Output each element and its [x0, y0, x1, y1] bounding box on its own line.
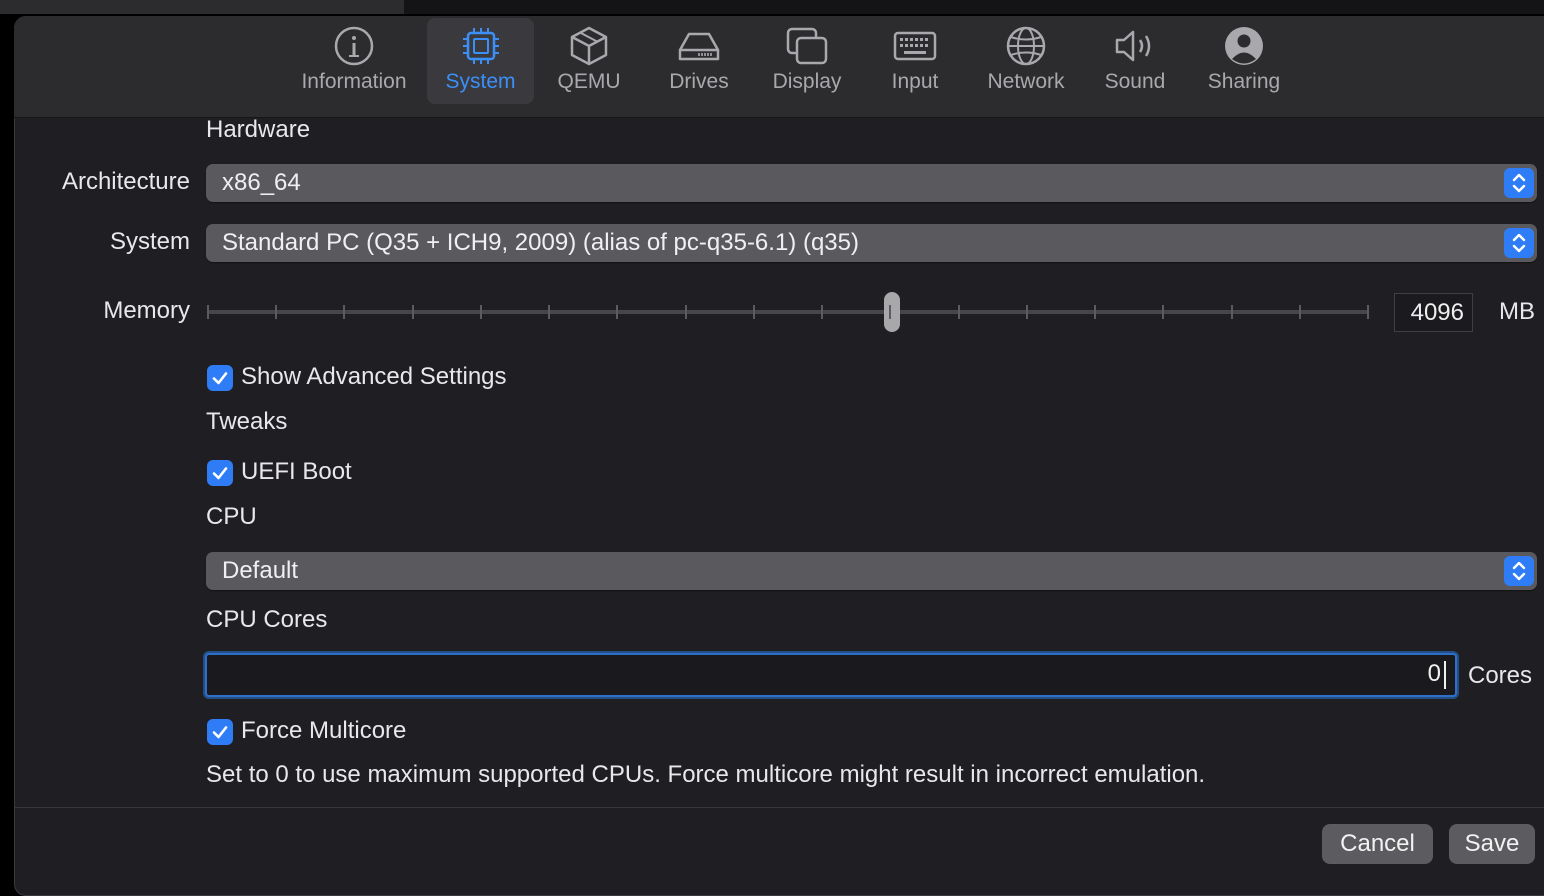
slider-tick [548, 305, 551, 319]
slider-tick [479, 305, 482, 319]
slider-tick [343, 305, 346, 319]
tab-input[interactable]: Input [870, 18, 960, 104]
system-value: Standard PC (Q35 + ICH9, 2009) (alias of… [222, 229, 859, 256]
tab-sharing[interactable]: Sharing [1196, 18, 1292, 104]
checkmark-icon [212, 372, 228, 385]
cube-icon [570, 26, 608, 66]
show-advanced-checkbox[interactable] [207, 365, 233, 391]
cpu-value: Default [222, 557, 299, 584]
cpu-cores-input[interactable]: 0 [205, 653, 1457, 697]
tab-information[interactable]: Information [290, 18, 418, 104]
slider-tick [1298, 305, 1301, 319]
tab-sound[interactable]: Sound [1094, 18, 1176, 104]
chip-icon [462, 28, 499, 64]
slider-tick [1025, 305, 1028, 319]
popup-chevron-icon [1504, 168, 1534, 198]
tab-toolbar: Information System QEMU Drives Display I… [14, 16, 1544, 118]
architecture-label: Architecture [61, 168, 190, 195]
memory-slider-track[interactable] [208, 310, 1368, 314]
tab-label: Sharing [1207, 70, 1281, 93]
tab-label: Network [987, 70, 1065, 93]
memory-field[interactable]: 4096 [1394, 293, 1473, 332]
force-multicore-label: Force Multicore [241, 717, 407, 744]
slider-tick [1162, 305, 1165, 319]
globe-icon [1006, 26, 1046, 66]
slider-tick [207, 305, 209, 319]
cancel-button[interactable]: Cancel [1322, 824, 1433, 864]
tab-label: Sound [1104, 70, 1166, 93]
slider-tick [889, 305, 892, 319]
background-window-strip [0, 0, 404, 14]
person-icon [1225, 27, 1263, 65]
memory-value: 4096 [1410, 299, 1464, 326]
tab-label: Information [301, 70, 407, 93]
memory-label: Memory [103, 297, 190, 324]
memory-slider-thumb[interactable] [884, 292, 901, 332]
tab-qemu[interactable]: QEMU [544, 18, 634, 104]
tab-label: System [445, 70, 516, 93]
tab-label: Input [891, 70, 939, 93]
background-window-strip-dark [404, 0, 1544, 14]
slider-tick [821, 305, 824, 319]
tab-display[interactable]: Display [762, 18, 852, 104]
tab-label: Drives [669, 70, 729, 93]
slider-tick [1094, 305, 1097, 319]
speaker-icon [1115, 30, 1151, 62]
popup-chevron-icon [1504, 228, 1534, 258]
cpu-section-title: CPU [206, 503, 257, 530]
info-icon [334, 26, 374, 66]
memory-unit: MB [1499, 298, 1535, 325]
slider-tick [411, 305, 414, 319]
architecture-popup[interactable]: x86_64 [206, 164, 1537, 202]
slider-tick [752, 305, 755, 319]
slider-tick [1367, 305, 1369, 319]
slider-tick [684, 305, 687, 319]
system-label: System [109, 228, 190, 255]
checkmark-icon [212, 726, 228, 739]
drive-icon [678, 32, 720, 61]
keyboard-icon [893, 31, 937, 61]
uefi-boot-label: UEFI Boot [241, 458, 352, 485]
architecture-value: x86_64 [222, 169, 301, 196]
cpu-popup[interactable]: Default [206, 552, 1537, 590]
tab-drives[interactable]: Drives [654, 18, 744, 104]
slider-tick [957, 305, 960, 319]
slider-tick [1230, 305, 1233, 319]
system-popup[interactable]: Standard PC (Q35 + ICH9, 2009) (alias of… [206, 224, 1537, 262]
cpu-cores-title: CPU Cores [206, 606, 328, 633]
checkmark-icon [212, 467, 228, 480]
save-button[interactable]: Save [1449, 824, 1535, 864]
slider-tick [275, 305, 278, 319]
tab-label: QEMU [557, 70, 621, 93]
hardware-section-title: Hardware [206, 116, 311, 143]
popup-chevron-icon [1504, 556, 1534, 586]
cpu-cores-value: 0 [1427, 660, 1441, 687]
show-advanced-label: Show Advanced Settings [241, 363, 507, 390]
settings-window: Information System QEMU Drives Display I… [14, 16, 1544, 896]
force-multicore-checkbox[interactable] [207, 719, 233, 745]
tab-network[interactable]: Network [976, 18, 1076, 104]
slider-tick [616, 305, 619, 319]
tab-system[interactable]: System [427, 18, 534, 104]
footer-divider [14, 807, 1544, 808]
uefi-boot-checkbox[interactable] [207, 460, 233, 486]
cpu-hint-text: Set to 0 to use maximum supported CPUs. … [206, 761, 1206, 788]
tweaks-section-title: Tweaks [206, 408, 288, 435]
cpu-cores-unit: Cores [1468, 662, 1533, 689]
display-icon [786, 27, 828, 65]
text-caret [1444, 661, 1446, 689]
tab-label: Display [772, 70, 842, 93]
